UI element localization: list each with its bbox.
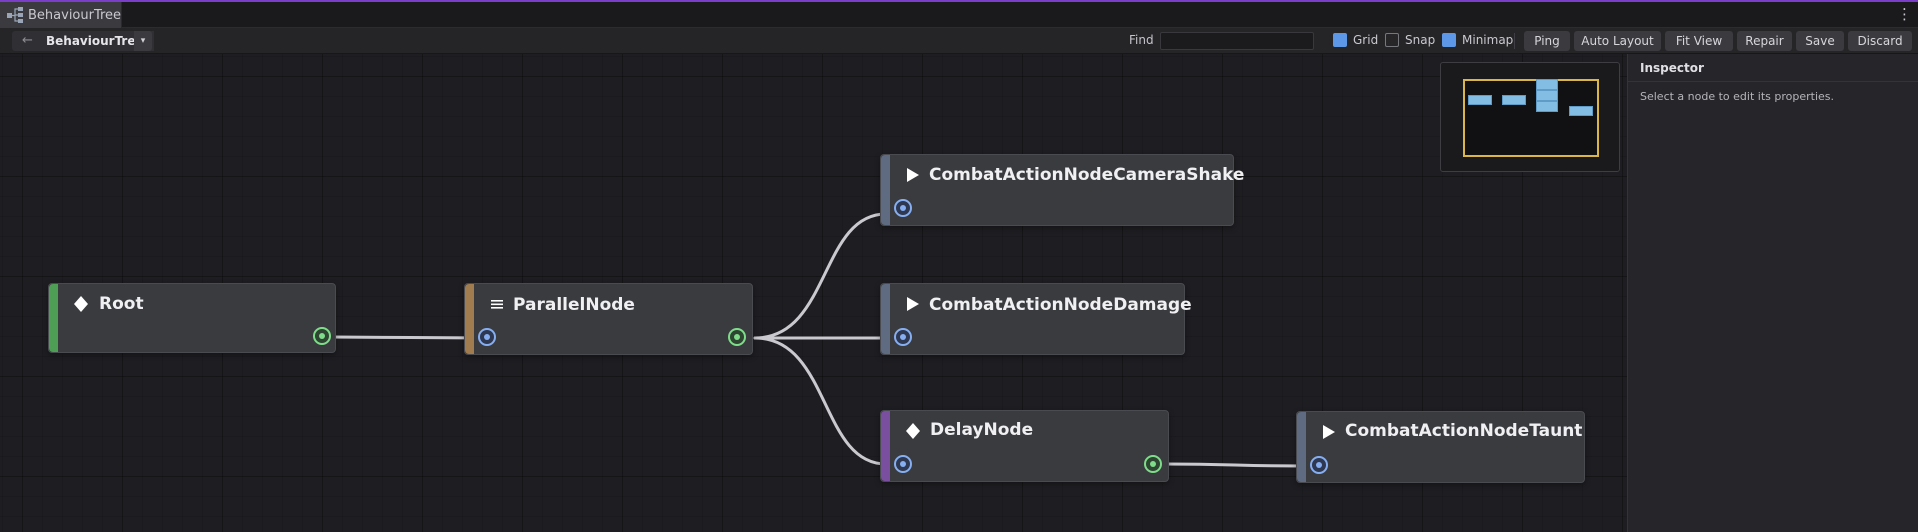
snap-toggle[interactable]: Snap [1385,33,1435,47]
menu-icon [491,300,503,309]
graph-canvas[interactable]: Root ParallelNode CombatActionNodeCamera… [0,54,1627,532]
node-title: CombatActionNodeCameraShake [929,165,1245,185]
output-port[interactable] [313,327,331,345]
snap-label: Snap [1405,33,1436,47]
play-icon [1323,425,1335,439]
play-icon [907,297,919,311]
repair-button[interactable]: Repair [1737,31,1792,51]
inspector-empty-text: Select a node to edit its properties. [1640,90,1834,103]
node-title: Root [99,294,144,314]
node-damage[interactable]: CombatActionNodeDamage [880,283,1192,355]
snap-checkbox[interactable] [1385,33,1399,47]
minimap-node [1536,101,1558,112]
minimap-viewport[interactable] [1463,79,1599,157]
inspector-title: Inspector [1628,54,1918,82]
minimap-label: Minimap [1462,33,1514,47]
diamond-icon [906,423,920,439]
node-camera-shake[interactable]: CombatActionNodeCameraShake [880,154,1244,226]
node-title: ParallelNode [513,295,635,315]
node-stripe [1297,412,1306,482]
behaviour-tree-icon [6,6,26,24]
node-stripe [465,284,474,354]
back-button[interactable]: ← [12,31,44,51]
minimap-checkbox[interactable] [1442,33,1456,47]
tab-strip: BehaviourTree ⋮ [0,0,1918,28]
node-stripe [49,284,58,352]
output-port[interactable] [1144,455,1162,473]
input-port[interactable] [894,199,912,217]
find-label: Find [1129,33,1154,47]
more-options-icon[interactable]: ⋮ [1897,4,1912,24]
minimap[interactable] [1440,62,1620,172]
input-port[interactable] [478,328,496,346]
output-port[interactable] [728,328,746,346]
minimap-node [1468,95,1492,105]
node-title: CombatActionNodeDamage [929,295,1192,315]
wire-parallel-camera-shake [753,212,888,340]
node-root[interactable]: Root [48,283,336,353]
minimap-node [1502,95,1526,105]
input-port[interactable] [894,328,912,346]
tab-label: BehaviourTree [28,7,122,23]
fit-view-button[interactable]: Fit View [1665,31,1733,51]
minimap-node [1536,90,1558,101]
wire-parallel-delay [753,336,888,466]
auto-layout-button[interactable]: Auto Layout [1574,31,1661,51]
node-title: CombatActionNodeTaunt [1345,421,1583,441]
grid-toggle[interactable]: Grid [1333,33,1378,47]
node-delay[interactable]: DelayNode [880,410,1169,482]
toolbar-divider [1514,33,1515,49]
node-parallel[interactable]: ParallelNode [464,283,753,355]
minimap-toggle[interactable]: Minimap [1442,33,1513,47]
node-stripe [881,155,890,225]
grid-label: Grid [1353,33,1379,47]
breadcrumb-dropdown-icon[interactable]: ▾ [134,31,152,51]
grid-checkbox[interactable] [1333,33,1347,47]
node-taunt[interactable]: CombatActionNodeTaunt [1296,411,1585,483]
input-port[interactable] [894,455,912,473]
diamond-icon [74,296,88,312]
node-stripe [881,284,890,354]
inspector-panel: Inspector Select a node to edit its prop… [1627,54,1918,532]
graph-toolbar: ← BehaviourTree ▾ Find Grid Snap Minimap… [0,28,1918,54]
wire-delay-taunt [1164,462,1304,468]
discard-button[interactable]: Discard [1848,31,1912,51]
minimap-node [1569,106,1593,116]
play-icon [907,168,919,182]
save-button[interactable]: Save [1796,31,1844,51]
node-title: DelayNode [930,420,1034,440]
input-port[interactable] [1310,456,1328,474]
find-input[interactable] [1160,32,1314,50]
ping-button[interactable]: Ping [1524,31,1570,51]
node-stripe [881,411,890,481]
tab-behaviour-tree[interactable]: BehaviourTree [0,2,122,28]
minimap-node [1536,79,1558,90]
